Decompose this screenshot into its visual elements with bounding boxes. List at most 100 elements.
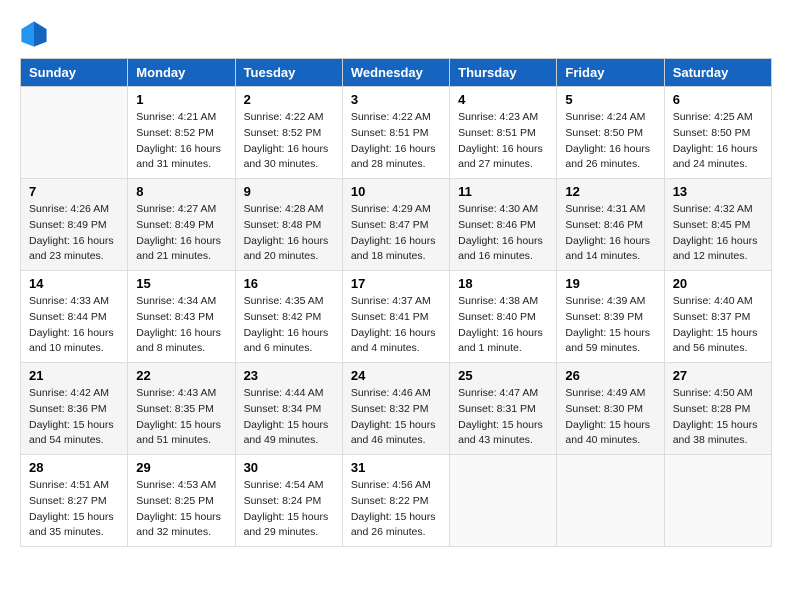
day-info: Sunrise: 4:22 AM Sunset: 8:52 PM Dayligh… [244,110,334,173]
weekday-saturday: Saturday [664,59,771,87]
day-info: Sunrise: 4:37 AM Sunset: 8:41 PM Dayligh… [351,294,441,357]
calendar-header: SundayMondayTuesdayWednesdayThursdayFrid… [21,59,772,87]
day-number: 29 [136,460,226,475]
day-cell [450,455,557,547]
day-cell: 2 Sunrise: 4:22 AM Sunset: 8:52 PM Daylig… [235,87,342,179]
day-info: Sunrise: 4:30 AM Sunset: 8:46 PM Dayligh… [458,202,548,265]
weekday-tuesday: Tuesday [235,59,342,87]
day-number: 17 [351,276,441,291]
weekday-sunday: Sunday [21,59,128,87]
day-info: Sunrise: 4:38 AM Sunset: 8:40 PM Dayligh… [458,294,548,357]
day-cell: 26 Sunrise: 4:49 AM Sunset: 8:30 PM Dayli… [557,363,664,455]
weekday-thursday: Thursday [450,59,557,87]
day-cell: 21 Sunrise: 4:42 AM Sunset: 8:36 PM Dayli… [21,363,128,455]
weekday-wednesday: Wednesday [342,59,449,87]
day-info: Sunrise: 4:40 AM Sunset: 8:37 PM Dayligh… [673,294,763,357]
day-info: Sunrise: 4:22 AM Sunset: 8:51 PM Dayligh… [351,110,441,173]
day-number: 16 [244,276,334,291]
day-number: 19 [565,276,655,291]
day-number: 23 [244,368,334,383]
day-number: 30 [244,460,334,475]
week-row-4: 21 Sunrise: 4:42 AM Sunset: 8:36 PM Dayli… [21,363,772,455]
day-number: 1 [136,92,226,107]
day-info: Sunrise: 4:28 AM Sunset: 8:48 PM Dayligh… [244,202,334,265]
day-cell: 27 Sunrise: 4:50 AM Sunset: 8:28 PM Dayli… [664,363,771,455]
day-cell: 23Sunrise: 4:44 AM Sunset: 8:34 PM Dayli… [235,363,342,455]
day-cell: 25 Sunrise: 4:47 AM Sunset: 8:31 PM Dayli… [450,363,557,455]
day-cell: 24Sunrise: 4:46 AM Sunset: 8:32 PM Dayli… [342,363,449,455]
day-info: Sunrise: 4:24 AM Sunset: 8:50 PM Dayligh… [565,110,655,173]
day-number: 21 [29,368,119,383]
day-number: 22 [136,368,226,383]
day-number: 12 [565,184,655,199]
day-cell [557,455,664,547]
day-info: Sunrise: 4:50 AM Sunset: 8:28 PM Dayligh… [673,386,763,449]
calendar-table: SundayMondayTuesdayWednesdayThursdayFrid… [20,58,772,547]
weekday-monday: Monday [128,59,235,87]
day-info: Sunrise: 4:39 AM Sunset: 8:39 PM Dayligh… [565,294,655,357]
day-number: 26 [565,368,655,383]
day-number: 31 [351,460,441,475]
calendar-body: 1 Sunrise: 4:21 AM Sunset: 8:52 PM Daylig… [21,87,772,547]
day-cell: 3Sunrise: 4:22 AM Sunset: 8:51 PM Daylig… [342,87,449,179]
logo-icon [20,20,48,48]
day-number: 13 [673,184,763,199]
weekday-friday: Friday [557,59,664,87]
week-row-3: 14 Sunrise: 4:33 AM Sunset: 8:44 PM Dayli… [21,271,772,363]
day-cell [21,87,128,179]
day-number: 25 [458,368,548,383]
day-cell: 8 Sunrise: 4:27 AM Sunset: 8:49 PM Daylig… [128,179,235,271]
week-row-5: 28 Sunrise: 4:51 AM Sunset: 8:27 PM Dayli… [21,455,772,547]
day-cell: 10 Sunrise: 4:29 AM Sunset: 8:47 PM Dayli… [342,179,449,271]
day-info: Sunrise: 4:27 AM Sunset: 8:49 PM Dayligh… [136,202,226,265]
week-row-1: 1 Sunrise: 4:21 AM Sunset: 8:52 PM Daylig… [21,87,772,179]
page-header [20,20,772,48]
day-cell: 22Sunrise: 4:43 AM Sunset: 8:35 PM Dayli… [128,363,235,455]
day-info: Sunrise: 4:21 AM Sunset: 8:52 PM Dayligh… [136,110,226,173]
day-cell: 11Sunrise: 4:30 AM Sunset: 8:46 PM Dayli… [450,179,557,271]
day-cell: 7Sunrise: 4:26 AM Sunset: 8:49 PM Daylig… [21,179,128,271]
day-info: Sunrise: 4:49 AM Sunset: 8:30 PM Dayligh… [565,386,655,449]
day-number: 2 [244,92,334,107]
day-number: 27 [673,368,763,383]
day-info: Sunrise: 4:42 AM Sunset: 8:36 PM Dayligh… [29,386,119,449]
week-row-2: 7Sunrise: 4:26 AM Sunset: 8:49 PM Daylig… [21,179,772,271]
day-cell: 12 Sunrise: 4:31 AM Sunset: 8:46 PM Dayli… [557,179,664,271]
day-number: 6 [673,92,763,107]
day-info: Sunrise: 4:26 AM Sunset: 8:49 PM Dayligh… [29,202,119,265]
day-cell: 18 Sunrise: 4:38 AM Sunset: 8:40 PM Dayli… [450,271,557,363]
day-number: 5 [565,92,655,107]
day-info: Sunrise: 4:56 AM Sunset: 8:22 PM Dayligh… [351,478,441,541]
day-info: Sunrise: 4:47 AM Sunset: 8:31 PM Dayligh… [458,386,548,449]
day-cell: 30Sunrise: 4:54 AM Sunset: 8:24 PM Dayli… [235,455,342,547]
day-cell: 29 Sunrise: 4:53 AM Sunset: 8:25 PM Dayli… [128,455,235,547]
day-info: Sunrise: 4:33 AM Sunset: 8:44 PM Dayligh… [29,294,119,357]
day-cell: 13 Sunrise: 4:32 AM Sunset: 8:45 PM Dayli… [664,179,771,271]
day-info: Sunrise: 4:53 AM Sunset: 8:25 PM Dayligh… [136,478,226,541]
day-cell: 6Sunrise: 4:25 AM Sunset: 8:50 PM Daylig… [664,87,771,179]
day-cell: 28 Sunrise: 4:51 AM Sunset: 8:27 PM Dayli… [21,455,128,547]
day-info: Sunrise: 4:34 AM Sunset: 8:43 PM Dayligh… [136,294,226,357]
day-number: 9 [244,184,334,199]
day-info: Sunrise: 4:51 AM Sunset: 8:27 PM Dayligh… [29,478,119,541]
weekday-row: SundayMondayTuesdayWednesdayThursdayFrid… [21,59,772,87]
day-cell: 9 Sunrise: 4:28 AM Sunset: 8:48 PM Daylig… [235,179,342,271]
day-number: 24 [351,368,441,383]
day-number: 18 [458,276,548,291]
day-number: 14 [29,276,119,291]
day-info: Sunrise: 4:23 AM Sunset: 8:51 PM Dayligh… [458,110,548,173]
day-cell: 17 Sunrise: 4:37 AM Sunset: 8:41 PM Dayli… [342,271,449,363]
day-number: 15 [136,276,226,291]
day-info: Sunrise: 4:29 AM Sunset: 8:47 PM Dayligh… [351,202,441,265]
day-info: Sunrise: 4:35 AM Sunset: 8:42 PM Dayligh… [244,294,334,357]
day-number: 8 [136,184,226,199]
day-cell: 20 Sunrise: 4:40 AM Sunset: 8:37 PM Dayli… [664,271,771,363]
day-number: 10 [351,184,441,199]
day-cell: 19 Sunrise: 4:39 AM Sunset: 8:39 PM Dayli… [557,271,664,363]
day-number: 4 [458,92,548,107]
day-number: 28 [29,460,119,475]
day-number: 20 [673,276,763,291]
day-cell: 31 Sunrise: 4:56 AM Sunset: 8:22 PM Dayli… [342,455,449,547]
day-info: Sunrise: 4:32 AM Sunset: 8:45 PM Dayligh… [673,202,763,265]
day-info: Sunrise: 4:31 AM Sunset: 8:46 PM Dayligh… [565,202,655,265]
